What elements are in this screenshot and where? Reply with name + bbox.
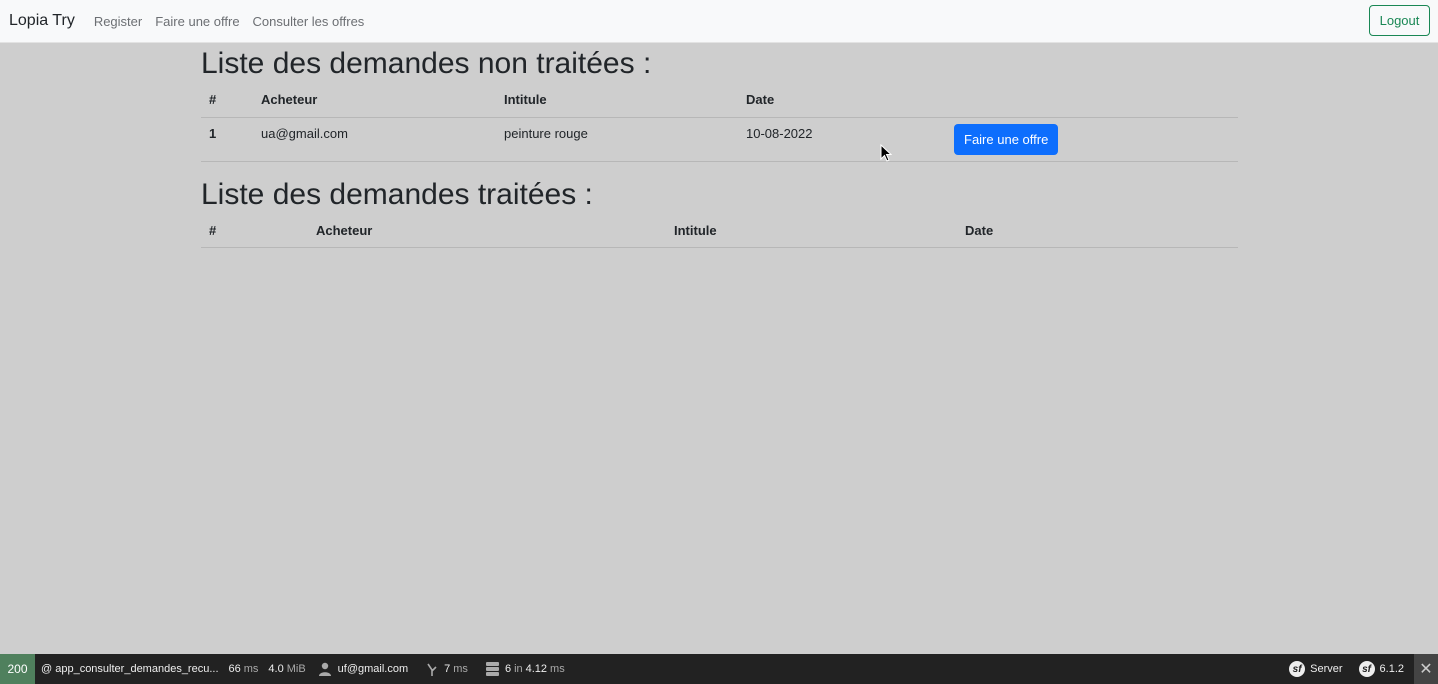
memory-unit: MiB <box>286 663 306 675</box>
db-time-unit: ms <box>550 663 565 675</box>
navbar: Lopia Try Register Faire une offre Consu… <box>0 0 1438 43</box>
close-toolbar-icon[interactable]: ✕ <box>1414 654 1438 684</box>
request-time[interactable]: 66 ms <box>229 663 259 675</box>
pending-requests-table: # Acheteur Intitule Date 1 ua@gmail.com … <box>201 83 1238 162</box>
memory-usage[interactable]: 4.0 MiB <box>268 663 305 675</box>
request-time-unit: ms <box>243 663 259 675</box>
debug-toolbar: 200 @ app_consulter_demandes_recu... 66 … <box>0 654 1438 684</box>
nav-link-faire-une-offre[interactable]: Faire une offre <box>155 14 239 29</box>
server-label: Server <box>1310 663 1343 675</box>
toolbar-right: sf Server sf 6.1.2 ✕ <box>1279 654 1438 684</box>
row-action-cell: Faire une offre <box>946 117 1238 162</box>
route-name: @ app_consulter_demandes_recu... <box>41 663 219 675</box>
route-info[interactable]: @ app_consulter_demandes_recu... <box>41 663 219 675</box>
version-label: 6.1.2 <box>1379 663 1404 675</box>
symfony-server-icon: sf <box>1289 661 1306 677</box>
column-header-date: Date <box>957 213 1238 248</box>
column-header-date: Date <box>738 83 946 118</box>
user-email: uf@gmail.com <box>337 663 409 675</box>
column-header-intitule: Intitule <box>496 83 738 118</box>
table-row: 1 ua@gmail.com peinture rouge 10-08-2022… <box>201 117 1238 162</box>
server-info[interactable]: sf Server <box>1289 661 1343 677</box>
column-header-number: # <box>201 213 308 248</box>
row-title: peinture rouge <box>496 117 738 162</box>
table-header-row: # Acheteur Intitule Date <box>201 83 1238 118</box>
row-buyer: ua@gmail.com <box>253 117 496 162</box>
row-date: 10-08-2022 <box>738 117 946 162</box>
database-info[interactable]: 6 in 4.12 ms <box>485 662 565 676</box>
logout-button[interactable]: Logout <box>1369 5 1430 36</box>
processed-requests-title: Liste des demandes traitées : <box>201 177 593 211</box>
faire-une-offre-button[interactable]: Faire une offre <box>954 123 1059 155</box>
main-content: Liste des demandes non traitées : # Ache… <box>201 43 1238 248</box>
brand-link[interactable]: Lopia Try <box>9 12 75 30</box>
column-header-intitule: Intitule <box>666 213 957 248</box>
database-icon <box>485 662 499 676</box>
twig-icon <box>427 663 437 676</box>
mouse-cursor-icon <box>880 144 892 162</box>
symfony-logo-icon: sf <box>1358 661 1375 677</box>
twig-info[interactable]: 7 ms <box>426 662 468 676</box>
db-time-value: 4.12 <box>525 663 548 675</box>
column-header-acheteur: Acheteur <box>308 213 666 248</box>
nav-link-register[interactable]: Register <box>94 14 142 29</box>
db-query-count: 6 <box>504 663 512 675</box>
db-in-label: in <box>514 663 523 675</box>
twig-time-value: 7 <box>444 663 451 675</box>
column-header-number: # <box>201 83 253 118</box>
status-code-badge[interactable]: 200 <box>0 654 35 684</box>
nav-link-consulter-les-offres[interactable]: Consulter les offres <box>253 14 365 29</box>
column-header-action <box>946 83 1238 118</box>
user-icon <box>318 662 331 676</box>
processed-requests-table: # Acheteur Intitule Date <box>201 213 1238 248</box>
request-time-value: 66 <box>228 663 241 675</box>
user-info[interactable]: uf@gmail.com <box>318 662 408 676</box>
twig-time-unit: ms <box>453 663 468 675</box>
symfony-version[interactable]: sf 6.1.2 <box>1358 661 1404 677</box>
table-header-row: # Acheteur Intitule Date <box>201 213 1238 248</box>
pending-requests-title: Liste des demandes non traitées : <box>201 47 652 80</box>
memory-value: 4.0 <box>268 663 284 675</box>
row-number: 1 <box>201 117 253 162</box>
column-header-acheteur: Acheteur <box>253 83 496 118</box>
